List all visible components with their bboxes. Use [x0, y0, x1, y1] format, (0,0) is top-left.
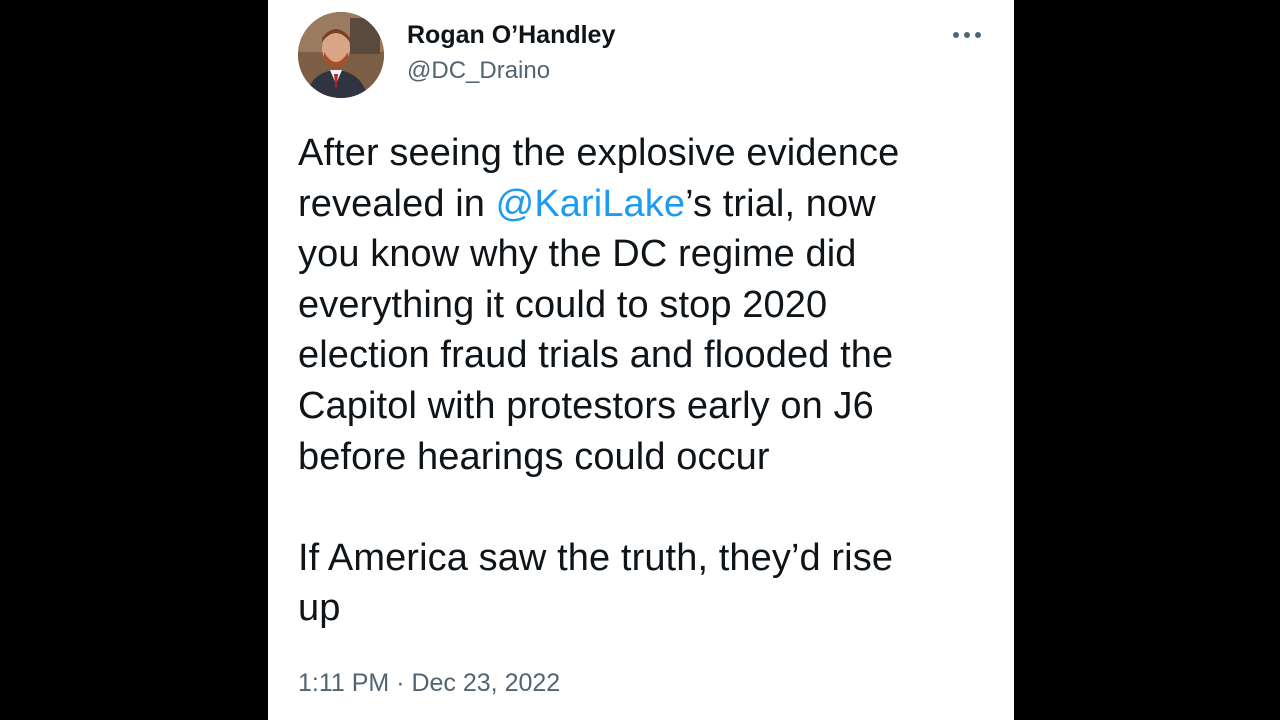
tweet-timestamp: 1:11 PM · Dec 23, 2022 — [298, 666, 560, 700]
video-frame: Rogan O’Handley @DC_Draino After seeing … — [0, 0, 1280, 720]
mention-link[interactable]: @KariLake — [496, 183, 685, 225]
tweet-line: revealed in @KariLake’s trial, now — [298, 179, 998, 230]
tweet-text-segment: ’s trial, now — [685, 182, 876, 225]
tweet-time[interactable]: 1:11 PM — [298, 669, 389, 697]
paragraph-break — [298, 482, 998, 533]
tweet-line: election fraud trials and flooded the — [298, 334, 894, 377]
tweet-text-segment: revealed in — [298, 182, 496, 225]
avatar[interactable] — [298, 12, 384, 98]
tweet-line: Capitol with protestors early on J6 — [298, 384, 874, 427]
tweet-card: Rogan O’Handley @DC_Draino After seeing … — [268, 0, 1014, 720]
more-dots-icon — [953, 32, 981, 38]
tweet-line: If America saw the truth, they’d rise — [298, 536, 894, 579]
author-handle[interactable]: @DC_Draino — [407, 55, 550, 87]
tweet-line: everything it could to stop 2020 — [298, 283, 828, 326]
tweet-line: After seeing the explosive evidence — [298, 132, 900, 174]
tweet-text: After seeing the explosive evidence reve… — [298, 128, 998, 634]
tweet-line: up — [298, 587, 341, 630]
tweet-line: you know why the DC regime did — [298, 233, 857, 276]
more-options-button[interactable] — [948, 18, 986, 52]
timestamp-separator: · — [389, 669, 412, 697]
author-display-name[interactable]: Rogan O’Handley — [407, 18, 615, 52]
tweet-line: before hearings could occur — [298, 435, 770, 478]
profile-photo-icon — [298, 12, 384, 98]
tweet-date[interactable]: Dec 23, 2022 — [411, 669, 560, 697]
